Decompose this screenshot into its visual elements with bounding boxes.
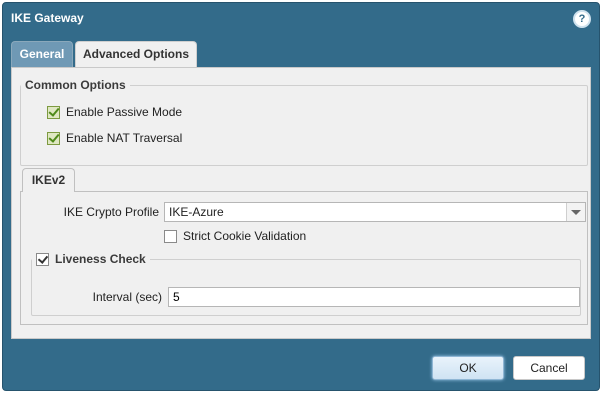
dialog-title: IKE Gateway (11, 11, 84, 25)
tab-ikev2[interactable]: IKEv2 (22, 168, 75, 192)
strict-cookie-label: Strict Cookie Validation (183, 229, 307, 243)
ike-gateway-dialog: IKE Gateway ? General Advanced Options C… (2, 2, 600, 391)
passive-mode-checkbox[interactable] (47, 105, 60, 119)
crypto-profile-select[interactable]: IKE-Azure (164, 202, 586, 222)
liveness-check-label: Liveness Check (55, 252, 146, 266)
common-options-legend: Common Options (25, 78, 126, 92)
crypto-profile-value: IKE-Azure (169, 205, 224, 219)
passive-mode-label: Enable Passive Mode (66, 105, 183, 119)
strict-cookie-checkbox[interactable] (164, 229, 177, 243)
ikev2-panel: IKE Crypto Profile IKE-Azure Strict Cook… (20, 191, 588, 325)
liveness-check-checkbox[interactable] (36, 252, 49, 266)
passive-mode-row: Enable Passive Mode (47, 105, 182, 119)
tab-advanced-options[interactable]: Advanced Options (75, 41, 197, 68)
liveness-check-legend: Liveness Check (32, 252, 150, 266)
strict-cookie-row: Strict Cookie Validation (164, 229, 306, 243)
liveness-check-group: Liveness Check Interval (sec) (31, 252, 581, 316)
advanced-options-panel: Common Options Enable Passive Mode Enabl… (11, 67, 591, 339)
cancel-button[interactable]: Cancel (513, 356, 585, 380)
interval-label: Interval (sec) (92, 290, 162, 304)
nat-traversal-label: Enable NAT Traversal (66, 131, 183, 145)
help-icon[interactable]: ? (573, 10, 591, 28)
tab-general[interactable]: General (11, 41, 73, 67)
interval-input[interactable] (168, 287, 580, 307)
chevron-down-icon[interactable] (566, 203, 585, 221)
crypto-profile-label: IKE Crypto Profile (63, 205, 159, 219)
nat-traversal-checkbox[interactable] (47, 131, 60, 145)
ok-button[interactable]: OK (432, 356, 504, 380)
common-options-group: Common Options Enable Passive Mode Enabl… (20, 78, 588, 166)
nat-traversal-row: Enable NAT Traversal (47, 131, 182, 145)
